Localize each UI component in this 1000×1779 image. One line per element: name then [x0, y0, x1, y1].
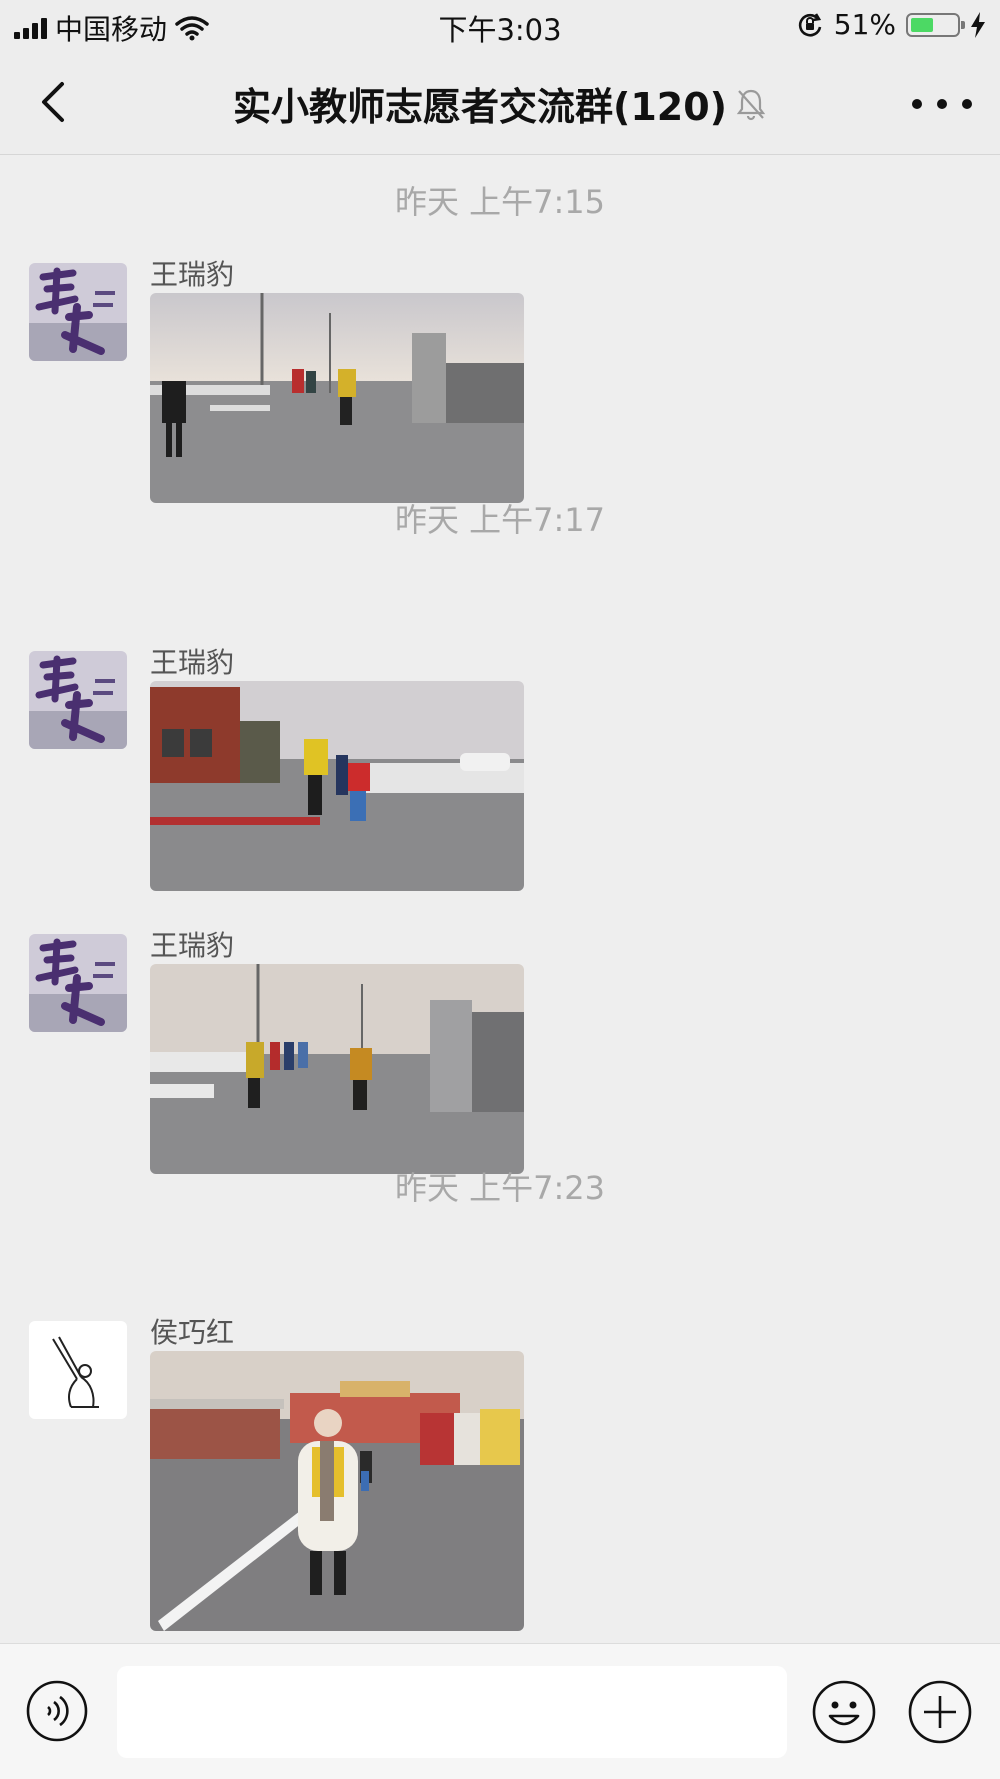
- battery-icon: [906, 12, 965, 37]
- more-dot: [937, 99, 947, 109]
- sketch-figure-avatar: [29, 1321, 127, 1419]
- purple-calligraphy-avatar: [29, 263, 127, 361]
- battery-fill: [911, 17, 933, 32]
- nav-title-wrap: 实小教师志愿者交流群(120): [0, 76, 1000, 131]
- battery-percent: 51%: [833, 8, 896, 41]
- sender-name: 王瑞豹: [150, 258, 235, 291]
- status-bar: 中国移动 下午3:03 51%: [0, 0, 1000, 52]
- input-bar: [0, 1643, 1000, 1779]
- voice-icon: [26, 1680, 88, 1742]
- more-dot: [912, 99, 922, 109]
- voice-button[interactable]: [26, 1680, 88, 1742]
- message-input[interactable]: [117, 1666, 787, 1758]
- image-message[interactable]: [150, 681, 524, 891]
- image-message[interactable]: [150, 293, 524, 503]
- purple-calligraphy-avatar: [29, 651, 127, 749]
- more-button[interactable]: [912, 76, 972, 132]
- timestamp: 昨天 上午7:23: [394, 1169, 606, 1207]
- sender-name: 侯巧红: [150, 1316, 235, 1349]
- volunteer-with-student-photo: [150, 681, 524, 891]
- more-dot: [962, 99, 972, 109]
- status-right: 51%: [796, 8, 986, 41]
- plus-icon: [908, 1680, 972, 1744]
- teacher-in-white-coat-photo: [150, 1351, 524, 1631]
- more-functions-button[interactable]: [908, 1680, 972, 1744]
- avatar[interactable]: [29, 1321, 127, 1419]
- timestamp: 昨天 上午7:17: [394, 501, 606, 539]
- rotation-lock-icon: [798, 12, 822, 36]
- emoji-button[interactable]: [812, 1680, 876, 1744]
- nav-bar: 实小教师志愿者交流群(120): [0, 52, 1000, 155]
- image-message[interactable]: [150, 1351, 524, 1631]
- avatar[interactable]: [29, 263, 127, 361]
- sender-name: 王瑞豹: [150, 929, 235, 962]
- purple-calligraphy-avatar: [29, 934, 127, 1032]
- emoji-icon: [812, 1680, 876, 1744]
- image-message[interactable]: [150, 964, 524, 1174]
- avatar[interactable]: [29, 651, 127, 749]
- chat-area[interactable]: 昨天 上午7:15 王瑞豹 昨天 上午7:17 王瑞豹 王瑞豹 昨天 上午7:2…: [0, 155, 1000, 1643]
- volunteers-at-crossing-photo: [150, 964, 524, 1174]
- chat-title: 实小教师志愿者交流群(120): [232, 85, 728, 129]
- avatar[interactable]: [29, 934, 127, 1032]
- volunteers-at-school-gate-photo: [150, 293, 524, 503]
- timestamp: 昨天 上午7:15: [394, 183, 606, 221]
- sender-name: 王瑞豹: [150, 646, 235, 679]
- charging-icon: [971, 11, 985, 38]
- mute-bell-icon: [736, 89, 766, 120]
